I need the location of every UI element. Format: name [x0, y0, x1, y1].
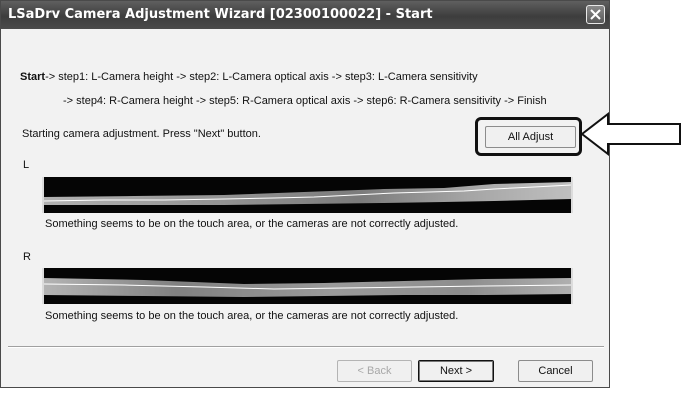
close-icon — [590, 9, 601, 20]
title-bar: LSaDrv Camera Adjustment Wizard [0230010… — [1, 1, 609, 29]
arrow-left-icon — [580, 112, 681, 156]
steps-line-1-rest: -> step1: L-Camera height -> step2: L-Ca… — [45, 71, 478, 83]
instruction-text: Starting camera adjustment. Press "Next"… — [22, 128, 261, 140]
left-camera-status: Something seems to be on the touch area,… — [45, 218, 459, 230]
left-camera-graph — [42, 177, 573, 213]
steps-line-2: -> step4: R-Camera height -> step5: R-Ca… — [63, 95, 547, 107]
next-button[interactable]: Next > — [418, 360, 494, 382]
cancel-button[interactable]: Cancel — [518, 360, 593, 382]
right-camera-label: R — [23, 251, 31, 263]
back-button[interactable]: < Back — [337, 360, 412, 382]
close-button[interactable] — [586, 5, 605, 24]
right-camera-graph — [42, 268, 573, 304]
camera-adjustment-dialog: LSaDrv Camera Adjustment Wizard [0230010… — [0, 0, 610, 388]
steps-line-1: Start-> step1: L-Camera height -> step2:… — [20, 71, 478, 83]
left-camera-label: L — [23, 159, 30, 171]
right-camera-status: Something seems to be on the touch area,… — [45, 310, 459, 322]
all-adjust-highlight-box — [475, 117, 582, 156]
footer-separator — [8, 346, 604, 348]
window-title: LSaDrv Camera Adjustment Wizard [0230010… — [8, 7, 433, 22]
current-step-start: Start — [20, 71, 46, 83]
